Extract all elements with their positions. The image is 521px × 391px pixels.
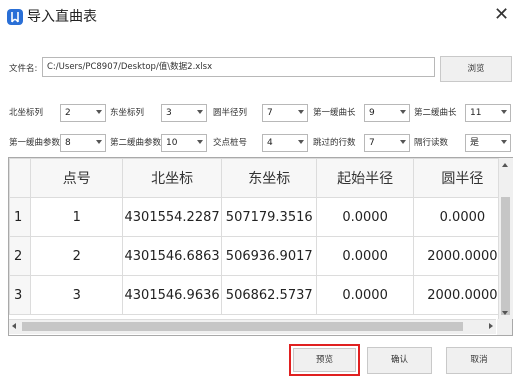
alternate-rows-value: 是 xyxy=(470,138,480,148)
radius-column-label: 圆半径列 xyxy=(213,108,248,118)
table-cell[interactable]: 506936.9017 xyxy=(220,236,318,276)
table-cell[interactable]: 1 xyxy=(30,197,124,237)
alternate-rows-select[interactable]: 是 xyxy=(465,134,511,152)
corner-header xyxy=(9,158,32,198)
column-header[interactable]: 起始半径 xyxy=(316,158,414,198)
ok-button[interactable]: 确认 xyxy=(367,347,432,374)
chevron-down-icon xyxy=(197,140,203,144)
chevron-down-icon xyxy=(501,110,507,114)
spiral2-param-label: 第二缓曲参数 xyxy=(110,138,162,148)
table-row[interactable]: 2 2 4301546.6863 506936.9017 0.0000 2000… xyxy=(9,236,512,276)
table-cell[interactable]: 0.0000 xyxy=(316,236,414,276)
spiral2-length-select[interactable]: 11 xyxy=(465,104,511,122)
table-cell[interactable]: 0.0000 xyxy=(412,197,512,237)
window-title: 导入直曲表 xyxy=(27,9,97,25)
chevron-down-icon xyxy=(96,140,102,144)
header-row: 点号 北坐标 东坐标 起始半径 圆半径 xyxy=(9,158,512,198)
table-cell[interactable]: 4301554.2287 xyxy=(122,197,222,237)
spiral2-length-value: 11 xyxy=(470,108,482,118)
east-column-label: 东坐标列 xyxy=(110,108,145,118)
table-row[interactable]: 1 1 4301554.2287 507179.3516 0.0000 0.00… xyxy=(9,197,512,237)
app-logo-icon xyxy=(6,8,24,26)
skip-rows-label: 跳过的行数 xyxy=(313,138,356,148)
alternate-rows-label: 隔行读数 xyxy=(414,138,449,148)
north-column-select[interactable]: 2 xyxy=(60,104,106,122)
data-table: 点号 北坐标 东坐标 起始半径 圆半径 1 1 4301554.2287 507… xyxy=(9,158,512,315)
column-header[interactable]: 圆半径 xyxy=(412,158,512,198)
intersection-station-label: 交点桩号 xyxy=(213,138,248,148)
browse-button[interactable]: 浏览 xyxy=(440,56,512,82)
north-column-value: 2 xyxy=(65,108,71,118)
chevron-down-icon xyxy=(400,140,406,144)
row-number[interactable]: 2 xyxy=(9,236,32,276)
spiral1-param-value: 8 xyxy=(65,138,71,148)
skip-rows-value: 7 xyxy=(369,138,375,148)
chevron-down-icon xyxy=(96,110,102,114)
spiral1-length-select[interactable]: 9 xyxy=(364,104,410,122)
scroll-down-icon[interactable] xyxy=(502,311,508,315)
spiral1-param-label: 第一缓曲参数 xyxy=(9,138,61,148)
scroll-left-icon[interactable] xyxy=(12,323,16,329)
spiral2-param-select[interactable]: 10 xyxy=(161,134,207,152)
table-cell[interactable]: 2 xyxy=(30,236,124,276)
table-cell[interactable]: 2000.0000 xyxy=(412,275,512,315)
table-cell[interactable]: 0.0000 xyxy=(316,275,414,315)
close-icon[interactable]: ✕ xyxy=(494,5,509,25)
row-number[interactable]: 1 xyxy=(9,197,32,237)
cancel-button[interactable]: 取消 xyxy=(446,347,512,374)
scroll-right-icon[interactable] xyxy=(489,323,493,329)
data-grid[interactable]: 点号 北坐标 东坐标 起始半径 圆半径 1 1 4301554.2287 507… xyxy=(8,157,513,336)
radius-column-select[interactable]: 7 xyxy=(262,104,308,122)
table-cell[interactable]: 0.0000 xyxy=(316,197,414,237)
spiral1-param-select[interactable]: 8 xyxy=(60,134,106,152)
vertical-scroll-thumb[interactable] xyxy=(501,197,510,315)
table-cell[interactable]: 2000.0000 xyxy=(412,236,512,276)
table-row[interactable]: 3 3 4301546.9636 506862.5737 0.0000 2000… xyxy=(9,275,512,315)
north-column-label: 北坐标列 xyxy=(9,108,44,118)
chevron-down-icon xyxy=(197,110,203,114)
column-header[interactable]: 北坐标 xyxy=(122,158,222,198)
intersection-station-value: 4 xyxy=(267,138,273,148)
spiral2-param-value: 10 xyxy=(166,138,178,148)
spiral2-length-label: 第二缓曲长 xyxy=(414,108,457,118)
scroll-corner xyxy=(497,319,512,335)
chevron-down-icon xyxy=(501,140,507,144)
table-cell[interactable]: 4301546.6863 xyxy=(122,236,222,276)
chevron-down-icon xyxy=(298,140,304,144)
table-cell[interactable]: 3 xyxy=(30,275,124,315)
column-header[interactable]: 东坐标 xyxy=(220,158,318,198)
spiral1-length-value: 9 xyxy=(369,108,375,118)
horizontal-scroll-thumb[interactable] xyxy=(22,322,463,331)
east-column-value: 3 xyxy=(166,108,172,118)
file-path-field[interactable]: C:/Users/PC8907/Desktop/值\数据2.xlsx xyxy=(42,57,435,77)
row-number[interactable]: 3 xyxy=(9,275,32,315)
intersection-station-select[interactable]: 4 xyxy=(262,134,308,152)
radius-column-value: 7 xyxy=(267,108,273,118)
east-column-select[interactable]: 3 xyxy=(161,104,207,122)
table-cell[interactable]: 506862.5737 xyxy=(220,275,318,315)
preview-highlight-box xyxy=(289,344,360,376)
spiral1-length-label: 第一缓曲长 xyxy=(313,108,356,118)
table-cell[interactable]: 507179.3516 xyxy=(220,197,318,237)
chevron-down-icon xyxy=(298,110,304,114)
scroll-up-icon[interactable] xyxy=(502,163,508,167)
chevron-down-icon xyxy=(400,110,406,114)
table-cell[interactable]: 4301546.9636 xyxy=(122,275,222,315)
file-label: 文件名: xyxy=(9,64,38,74)
skip-rows-select[interactable]: 7 xyxy=(364,134,410,152)
column-header[interactable]: 点号 xyxy=(30,158,124,198)
